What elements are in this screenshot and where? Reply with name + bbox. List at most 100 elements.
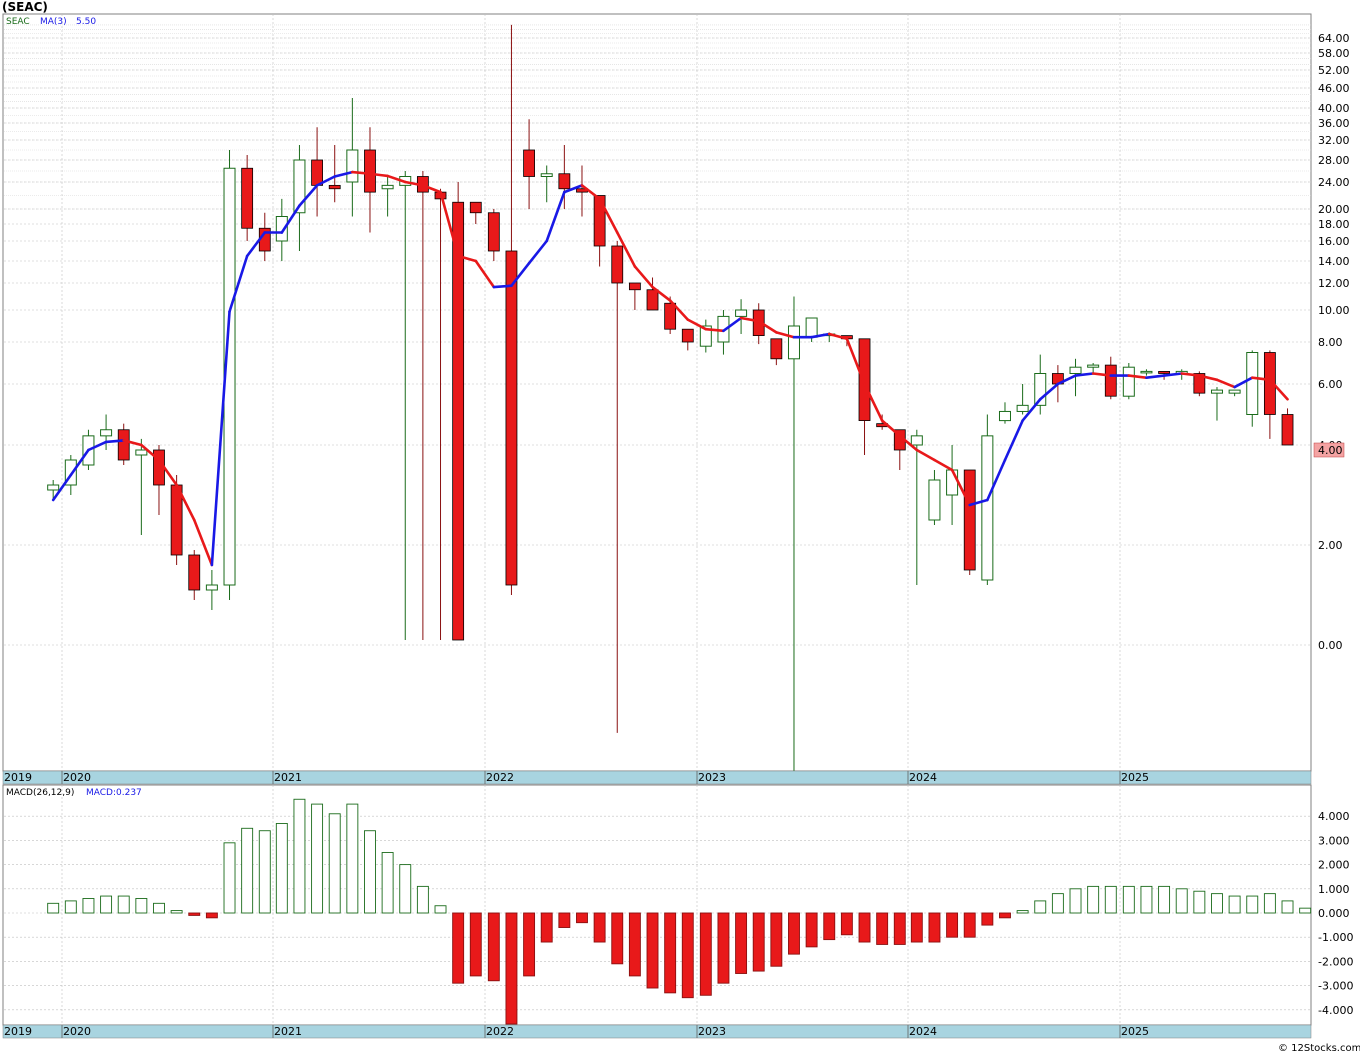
macd-bar-positive <box>416 885 429 914</box>
macd-bar-negative <box>523 912 536 977</box>
macd-bar-positive <box>117 895 130 914</box>
ma-segment <box>704 327 725 333</box>
candle-up <box>998 410 1011 422</box>
stock-chart: (SEAC) 0.00 2.00 4.00 6.00 8.00 10.00 12.00 14.… <box>0 0 1360 1056</box>
year-label: 2019 <box>4 1025 32 1038</box>
macd-bar-positive <box>364 830 376 914</box>
year-label: 2023 <box>698 771 726 784</box>
macd-bar-positive <box>381 852 394 914</box>
macd-bar-positive <box>47 902 60 914</box>
candle-up <box>1246 352 1259 415</box>
year-label: 2019 <box>4 771 32 784</box>
macd-bar-positive <box>328 813 341 914</box>
macd-bar-positive <box>1175 888 1188 914</box>
macd-tick-label: 1.000 <box>1318 883 1350 896</box>
candle-down <box>858 338 871 421</box>
macd-bar-positive <box>275 823 288 914</box>
candle-up <box>1210 389 1223 394</box>
candle-up <box>1122 366 1135 397</box>
macd-bar-negative <box>452 912 465 984</box>
price-tick-label: 40.00 <box>1318 102 1350 115</box>
candle-down <box>117 429 130 461</box>
candle-down <box>469 201 482 214</box>
candle-down <box>505 250 518 586</box>
macd-bar-negative <box>893 912 906 945</box>
price-tick-label: 6.00 <box>1318 378 1343 391</box>
macd-bar-positive <box>100 895 113 914</box>
candle-up <box>735 309 748 317</box>
macd-bar-negative <box>805 912 818 948</box>
macd-bar-positive <box>170 910 183 914</box>
price-tick-label: 20.00 <box>1318 203 1350 216</box>
candle-down <box>364 149 376 193</box>
candle-down <box>188 554 201 591</box>
candle-up <box>205 584 218 591</box>
candle-up <box>1016 404 1029 412</box>
year-label: 2023 <box>698 1025 726 1038</box>
macd-bar-positive <box>1211 893 1223 914</box>
macd-bar-negative <box>928 912 941 943</box>
price-tick-label: 10.00 <box>1318 304 1350 317</box>
macd-tick-label: -3.000 <box>1318 980 1353 993</box>
price-tick-label: 36.00 <box>1318 117 1350 130</box>
ma-segment <box>351 170 372 176</box>
macd-bar-positive <box>1228 895 1241 914</box>
macd-bar-negative <box>469 912 482 977</box>
price-tick-label: 28.00 <box>1318 154 1350 167</box>
macd-bar-positive <box>241 827 254 914</box>
macd-tick-label: 0.000 <box>1318 907 1350 920</box>
macd-value: MACD:0.237 <box>86 788 142 798</box>
year-label: 2020 <box>63 1025 91 1038</box>
price-tick-label: 58.00 <box>1318 47 1350 60</box>
macd-bar-negative <box>664 912 677 994</box>
macd-bar-positive <box>258 830 271 914</box>
macd-bar-negative <box>981 912 994 926</box>
macd-bar-negative <box>910 912 923 943</box>
macd-tick-label: 3.000 <box>1318 834 1350 847</box>
ma-label: MA(3) <box>40 17 67 27</box>
price-tick-label: 52.00 <box>1318 64 1350 77</box>
candle-up <box>135 449 148 456</box>
candle-down <box>628 282 641 291</box>
macd-tick-label: 2.000 <box>1318 859 1350 872</box>
candle-up <box>787 325 800 360</box>
candle-down <box>664 302 677 330</box>
macd-bar-positive <box>1122 885 1135 914</box>
macd-tick-label: -2.000 <box>1318 955 1353 968</box>
macd-bar-positive <box>1104 885 1117 914</box>
price-tick-label: 12.00 <box>1318 277 1350 290</box>
macd-bar-positive <box>346 803 359 914</box>
price-tick-label: 8.00 <box>1318 336 1343 349</box>
year-label: 2020 <box>63 771 91 784</box>
macd-bar-positive <box>293 798 306 914</box>
macd-bar-positive <box>1069 888 1082 914</box>
macd-bar-negative <box>946 912 959 938</box>
macd-bar-negative <box>628 912 641 977</box>
macd-bar-negative <box>576 912 588 924</box>
macd-bar-negative <box>681 912 694 999</box>
candle-down <box>487 212 500 252</box>
candle-down <box>770 338 783 360</box>
macd-bar-negative <box>540 912 553 943</box>
candle-up <box>946 469 959 496</box>
candle-up <box>1140 370 1153 374</box>
price-tick-label: 24.00 <box>1318 176 1350 189</box>
price-tick-label: 14.00 <box>1318 255 1350 268</box>
macd-tick-label: -4.000 <box>1318 1004 1353 1017</box>
candle-down <box>523 149 535 177</box>
ma-value: 5.50 <box>76 17 96 27</box>
macd-bar-positive <box>64 900 77 914</box>
macd-bar-positive <box>1087 885 1100 914</box>
price-tick-label: 32.00 <box>1318 134 1350 147</box>
candle-down <box>646 289 659 311</box>
macd-bar-negative <box>188 912 201 916</box>
macd-bar-negative <box>487 912 500 982</box>
price-tick-label: 64.00 <box>1318 32 1350 45</box>
year-label: 2024 <box>909 771 937 784</box>
macd-bar-negative <box>717 912 730 984</box>
macd-bar-negative <box>611 912 624 965</box>
year-label: 2021 <box>274 771 302 784</box>
macd-tick-label: -1.000 <box>1318 931 1353 944</box>
candle-down <box>593 195 606 247</box>
year-label: 2025 <box>1121 1025 1149 1038</box>
